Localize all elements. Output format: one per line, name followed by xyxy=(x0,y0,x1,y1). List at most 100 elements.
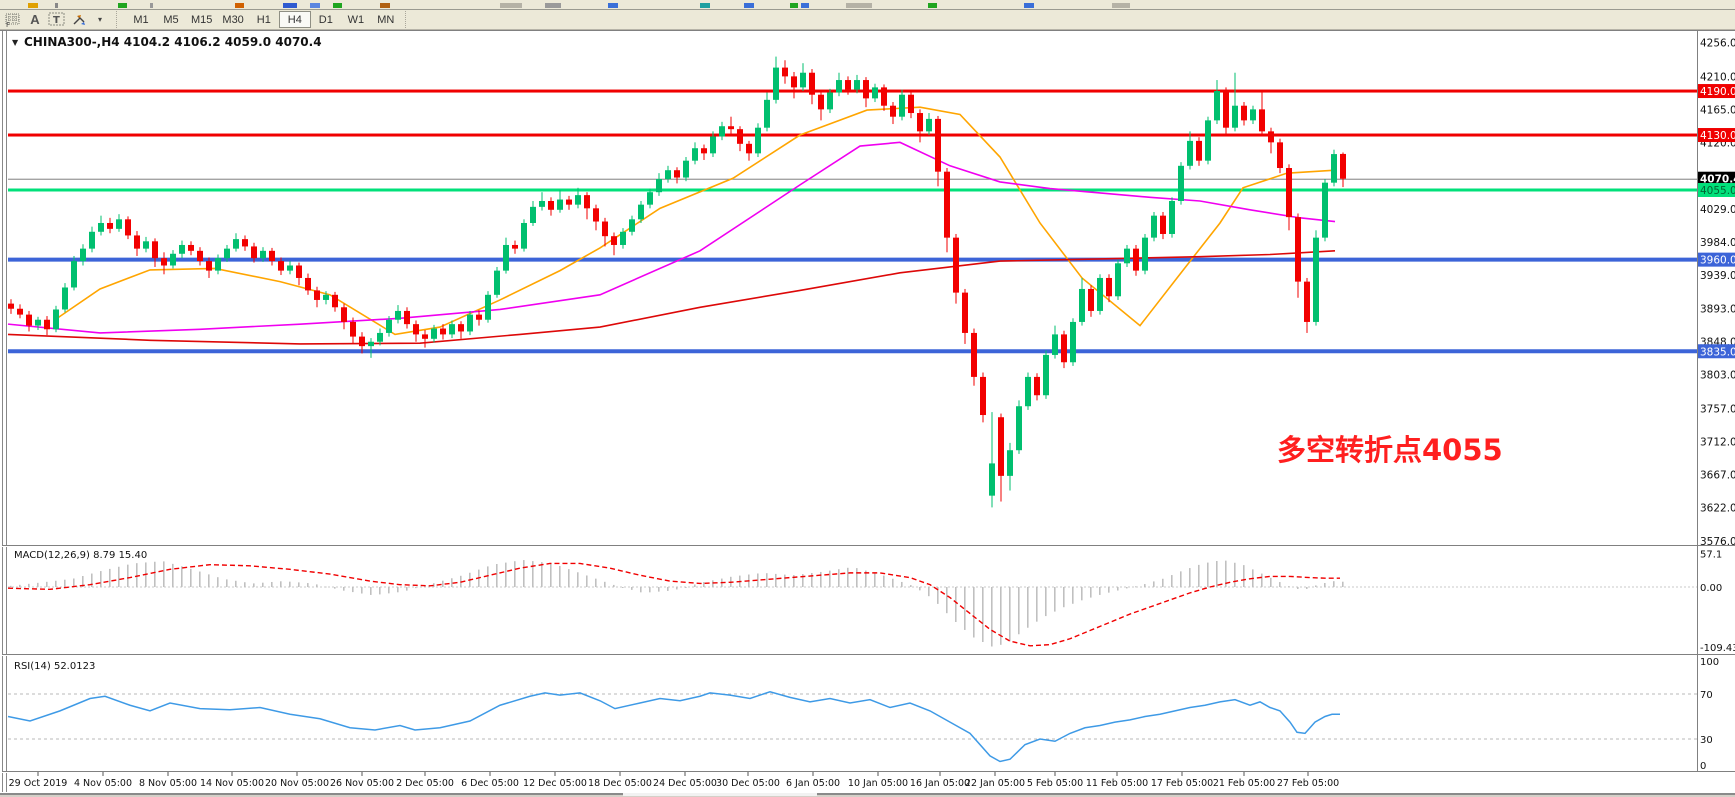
horizontal-level-line[interactable] xyxy=(8,349,1697,353)
timeframe-button-m15[interactable]: M15 xyxy=(186,11,217,28)
macd-bar xyxy=(604,582,606,587)
candle-body xyxy=(665,170,671,179)
chart-area[interactable]: ▼CHINA300-,H4 4104.2 4106.2 4059.0 4070.… xyxy=(0,30,1735,797)
candle-body xyxy=(413,324,419,334)
candle-body xyxy=(1079,289,1085,322)
timeframe-button-w1[interactable]: W1 xyxy=(341,11,371,28)
timeframe-button-m5[interactable]: M5 xyxy=(156,11,186,28)
macd-bar xyxy=(46,582,48,587)
macd-bar xyxy=(406,587,408,591)
macd-bar xyxy=(703,582,705,587)
price-badge-label: 4190.0 xyxy=(1700,86,1735,98)
chart-toolbar: F A T ▾ M1M5M15M30H1H4D1W1MN xyxy=(0,10,1735,30)
macd-bar xyxy=(1108,587,1110,593)
macd-bar xyxy=(1189,568,1191,587)
macd-bar xyxy=(73,578,75,587)
candle-body xyxy=(809,73,815,95)
toolbar-fragment xyxy=(28,3,38,8)
candle-body xyxy=(1196,141,1202,161)
macd-bar xyxy=(577,572,579,587)
macd-bar xyxy=(55,581,57,587)
macd-bar xyxy=(1162,579,1164,587)
macd-bar xyxy=(514,561,516,587)
macd-bar xyxy=(334,587,336,589)
price-axis-label: 3939.0 xyxy=(1700,270,1735,282)
candle-body xyxy=(431,329,437,339)
horizontal-level-line[interactable] xyxy=(8,258,1697,262)
macd-bar xyxy=(235,581,237,587)
partial-top-toolbar xyxy=(0,0,1735,10)
pane-separator xyxy=(2,546,1735,547)
dotted-grid-f-icon[interactable]: F xyxy=(4,12,22,28)
time-axis-label: 26 Nov 05:00 xyxy=(330,778,394,789)
macd-bar xyxy=(532,561,534,587)
candle-body xyxy=(53,309,59,329)
arrow-tools-icon[interactable] xyxy=(70,12,88,28)
candle-body xyxy=(521,223,527,249)
timeframe-button-h1[interactable]: H1 xyxy=(249,11,279,28)
macd-bar xyxy=(397,587,399,592)
macd-bar xyxy=(109,569,111,587)
candle-body xyxy=(35,320,41,326)
macd-bar xyxy=(1270,578,1272,587)
candle-body xyxy=(161,258,167,265)
horizontal-level-line[interactable] xyxy=(8,134,1697,137)
price-axis-label: 4029.0 xyxy=(1700,204,1735,216)
macd-bar xyxy=(199,572,201,587)
macd-bar xyxy=(163,561,165,587)
rsi-axis-label: 30 xyxy=(1700,735,1713,746)
toolbar-fragment xyxy=(310,3,320,8)
toolbar-fragment xyxy=(283,3,297,8)
timeframe-button-m30[interactable]: M30 xyxy=(217,11,248,28)
macd-bar xyxy=(1234,563,1236,587)
timeframe-button-m1[interactable]: M1 xyxy=(126,11,156,28)
chart-collapse-icon: ▼ xyxy=(12,38,19,47)
price-axis-label: 4210.0 xyxy=(1700,71,1735,83)
macd-bar xyxy=(226,579,228,587)
candle-body xyxy=(467,315,473,332)
candle-body xyxy=(737,129,743,144)
macd-bar xyxy=(496,564,498,587)
dropdown-caret-icon[interactable]: ▾ xyxy=(88,11,112,28)
candle-body xyxy=(710,136,716,153)
timeframe-button-mn[interactable]: MN xyxy=(371,11,401,28)
horizontal-level-line[interactable] xyxy=(8,189,1697,192)
rsi-axis-label: 70 xyxy=(1700,690,1713,701)
price-chart-svg[interactable]: ▼CHINA300-,H4 4104.2 4106.2 4059.0 4070.… xyxy=(0,30,1735,797)
macd-bar xyxy=(1171,575,1173,587)
toolbar-fragment xyxy=(1024,3,1034,8)
timeframe-button-d1[interactable]: D1 xyxy=(311,11,341,28)
candle-body xyxy=(278,261,284,271)
text-label-icon[interactable]: A xyxy=(26,12,44,28)
candle-body xyxy=(1214,91,1220,120)
candle-body xyxy=(989,463,995,495)
macd-bar xyxy=(1153,581,1155,587)
price-axis-label: 3803.0 xyxy=(1700,370,1735,382)
candle-body xyxy=(728,126,734,129)
macd-bar xyxy=(991,587,993,647)
candle-body xyxy=(1169,201,1175,234)
candle-body xyxy=(1250,109,1256,120)
macd-bar xyxy=(1045,587,1047,616)
macd-bar xyxy=(919,587,921,590)
macd-bar xyxy=(1342,582,1344,587)
rsi-axis-label: 0 xyxy=(1700,761,1706,772)
toolbar-fragment xyxy=(118,3,127,8)
toolbar-fragment xyxy=(1112,3,1130,8)
timeframe-button-h4[interactable]: H4 xyxy=(279,11,311,28)
candle-body xyxy=(116,219,122,229)
candle-body xyxy=(647,192,653,204)
toolbar-fragment xyxy=(608,3,618,8)
macd-bar xyxy=(649,587,651,592)
macd-bar xyxy=(541,562,543,587)
horizontal-level-line[interactable] xyxy=(8,90,1697,93)
text-box-icon[interactable]: T xyxy=(48,12,66,28)
candle-body xyxy=(881,87,887,105)
candle-body xyxy=(701,148,707,153)
macd-bar xyxy=(946,587,948,613)
chart-left-border xyxy=(6,31,7,792)
macd-bar xyxy=(883,576,885,587)
price-axis-label: 3576.0 xyxy=(1700,536,1735,548)
macd-bar xyxy=(550,563,552,587)
toolbar-fragment xyxy=(928,3,937,8)
